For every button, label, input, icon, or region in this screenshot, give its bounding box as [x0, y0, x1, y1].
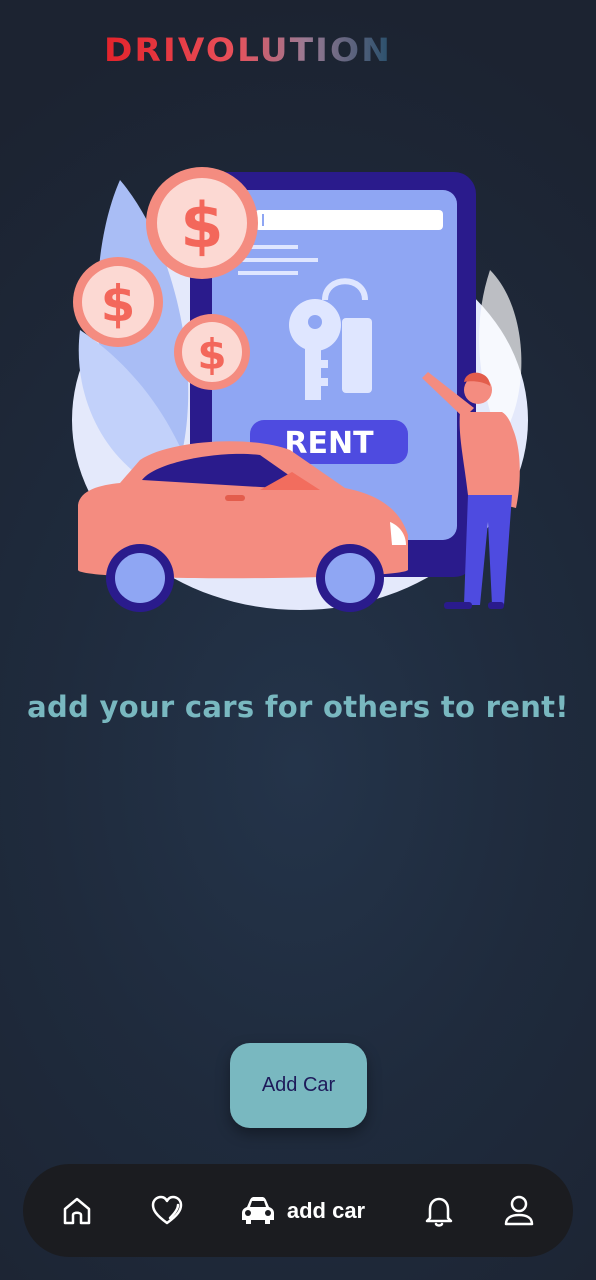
nav-add-car[interactable]: add car [233, 1164, 373, 1257]
coin-small: $ [174, 314, 250, 390]
nav-add-car-label: add car [286, 1197, 366, 1223]
coin-medium: $ [73, 257, 163, 347]
coin-large: $ [146, 167, 258, 279]
nav-notifications[interactable] [415, 1164, 463, 1257]
tagline: add your cars for others to rent! [27, 690, 569, 724]
svg-text:$: $ [197, 330, 226, 379]
heart-icon [151, 1195, 183, 1224]
nav-favorites[interactable] [143, 1164, 191, 1257]
svg-text:$: $ [180, 189, 223, 262]
app-logo: DRIVOLUTION [104, 31, 392, 69]
nav-profile[interactable] [495, 1164, 543, 1257]
logo-text: DRIVOLUTION [104, 31, 392, 69]
car-icon [241, 1196, 274, 1224]
bell-icon [425, 1197, 453, 1227]
rent-illustration: RENT $ $ $ [72, 167, 528, 612]
bottom-nav: add car [23, 1164, 573, 1257]
user-icon [504, 1195, 534, 1225]
nav-home[interactable] [53, 1164, 101, 1257]
home-icon [63, 1197, 91, 1224]
svg-text:$: $ [101, 275, 136, 333]
add-car-button[interactable]: Add Car [230, 1043, 367, 1128]
